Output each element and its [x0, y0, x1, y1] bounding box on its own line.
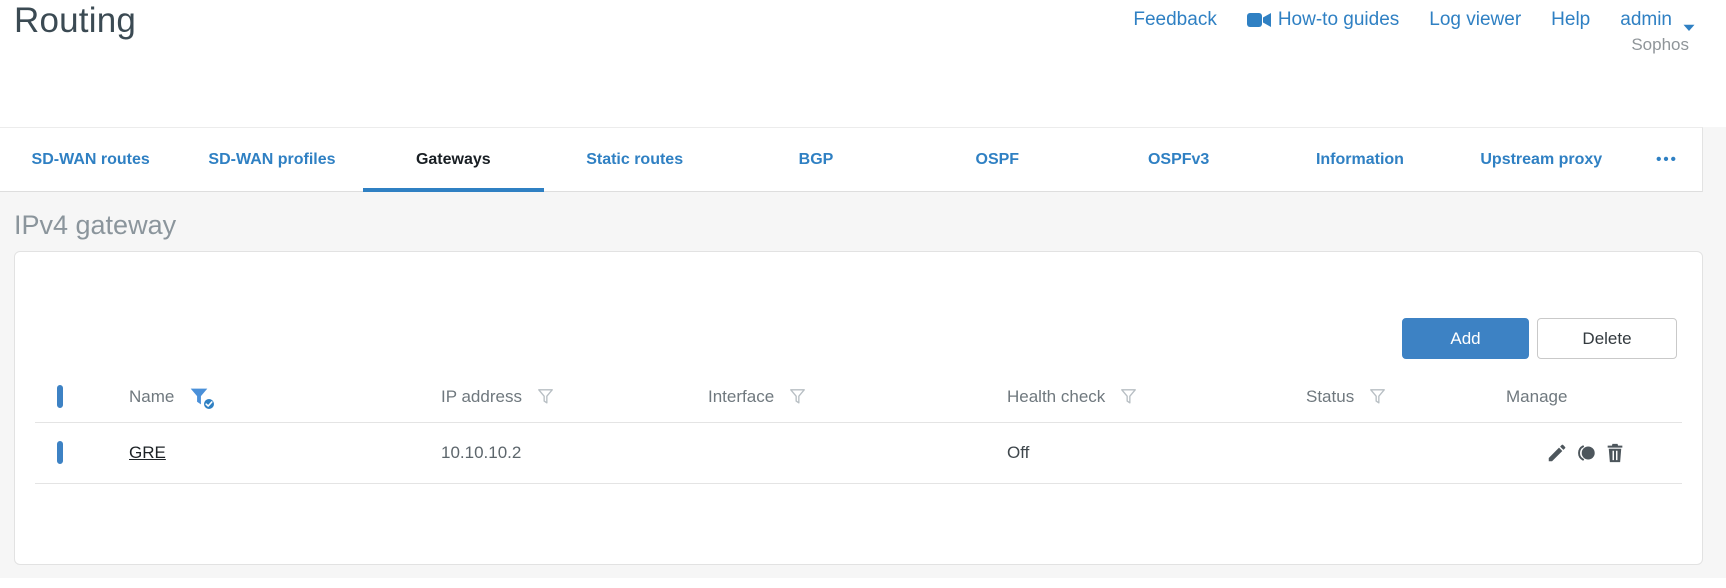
page-title: Routing [14, 1, 137, 40]
gateway-ip: 10.10.10.2 [441, 443, 522, 462]
tab-information[interactable]: Information [1269, 128, 1450, 191]
table-header-row: Name IP address Interface Health check S… [35, 371, 1682, 422]
filter-active-icon[interactable] [188, 386, 217, 411]
filter-icon[interactable] [1119, 387, 1138, 406]
tab-bar: SD-WAN routes SD-WAN profiles Gateways S… [0, 127, 1703, 192]
feedback-link[interactable]: Feedback [1133, 9, 1216, 31]
user-name: admin [1620, 9, 1672, 30]
filter-icon[interactable] [536, 387, 555, 406]
top-nav: Feedback How-to guides Log viewer Help a… [1133, 9, 1695, 31]
tab-ospf[interactable]: OSPF [907, 128, 1088, 191]
log-viewer-link[interactable]: Log viewer [1429, 9, 1521, 31]
column-header-manage: Manage [1506, 386, 1568, 406]
howto-guides-link[interactable]: How-to guides [1246, 9, 1399, 31]
column-header-status: Status [1306, 386, 1355, 406]
tab-sd-wan-profiles[interactable]: SD-WAN profiles [181, 128, 362, 191]
video-camera-icon [1246, 12, 1271, 28]
column-header-health-check: Health check [1007, 386, 1106, 406]
help-link[interactable]: Help [1551, 9, 1590, 31]
gateway-health-check: Off [1007, 443, 1030, 462]
delete-icon[interactable] [1604, 442, 1626, 464]
routing-page: Routing Feedback How-to guides Log viewe… [0, 0, 1726, 588]
add-button[interactable]: Add [1402, 318, 1529, 359]
brand-label: Sophos [1631, 35, 1689, 54]
tab-static-routes[interactable]: Static routes [544, 128, 725, 191]
more-tabs-button[interactable]: ••• [1632, 128, 1702, 191]
row-checkbox[interactable] [57, 441, 63, 464]
page-header: Routing Feedback How-to guides Log viewe… [0, 0, 1726, 127]
clone-icon[interactable] [1575, 442, 1597, 464]
tab-upstream-proxy[interactable]: Upstream proxy [1451, 128, 1632, 191]
section-heading: IPv4 gateway [14, 210, 177, 240]
filter-icon[interactable] [788, 387, 807, 406]
tab-gateways[interactable]: Gateways [362, 128, 545, 192]
manage-actions [1506, 442, 1682, 464]
tab-sd-wan-routes[interactable]: SD-WAN routes [0, 128, 181, 191]
gateway-name-link[interactable]: GRE [129, 443, 166, 462]
table-row: GRE 10.10.10.2 Off [35, 422, 1682, 484]
tab-bgp[interactable]: BGP [725, 128, 906, 191]
gateway-table: Name IP address Interface Health check S… [35, 371, 1682, 484]
user-menu[interactable]: admin [1620, 9, 1695, 31]
tab-ospfv3[interactable]: OSPFv3 [1088, 128, 1269, 191]
chevron-down-icon [1683, 16, 1695, 31]
column-header-interface: Interface [708, 386, 775, 406]
edit-icon[interactable] [1546, 442, 1568, 464]
filter-check-badge [202, 397, 217, 411]
delete-button[interactable]: Delete [1537, 318, 1677, 359]
column-header-name: Name [129, 386, 175, 406]
filter-icon[interactable] [1368, 387, 1387, 406]
column-header-ip: IP address [441, 386, 522, 406]
gateway-table-card: Add Delete Name IP address Interface Hea… [14, 251, 1703, 565]
select-all-checkbox[interactable] [57, 384, 63, 408]
